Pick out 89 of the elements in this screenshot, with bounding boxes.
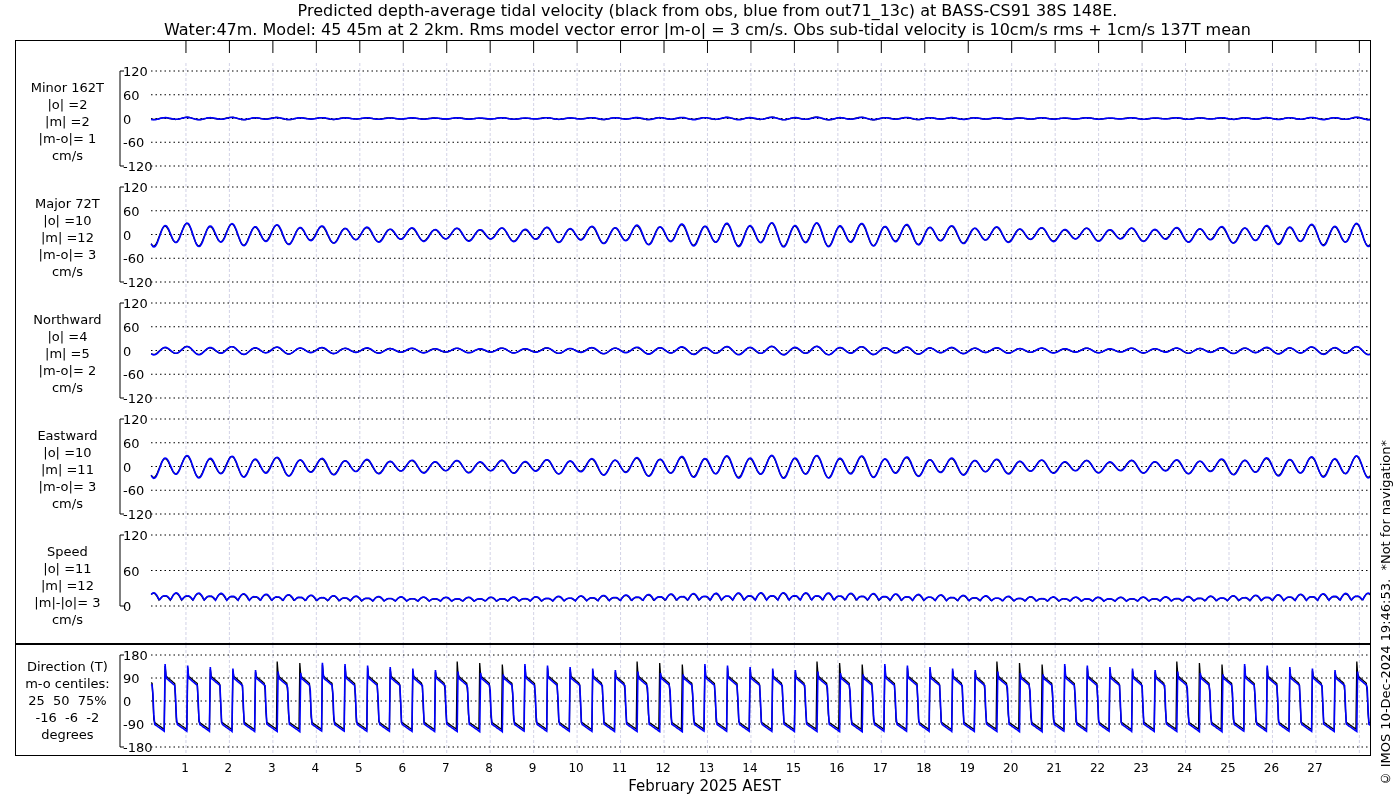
y-tick-label: 0: [122, 459, 132, 475]
y-tick-label: -120: [122, 275, 153, 290]
panel-label: |m-o|= 1: [38, 129, 97, 147]
y-tick-label: -60: [122, 135, 145, 151]
x-tick-label: 17: [872, 760, 888, 777]
x-tick-label: 26: [1263, 760, 1280, 777]
x-tick-label: 23: [1133, 760, 1149, 777]
panel-label: Minor 162T: [30, 78, 105, 96]
x-tick-label: 7: [441, 760, 450, 777]
y-tick-label: 60: [122, 203, 140, 219]
chart-title: Predicted depth-average tidal velocity (black from obs, blue from out71_13c) at BASS-CS91 38S 148E.: [297, 1, 1118, 20]
x-tick-label: 14: [742, 760, 758, 777]
x-tick-label: 12: [655, 760, 671, 777]
panel-label: -16 -6 -2: [35, 708, 100, 726]
panel-label: cm/s: [51, 494, 83, 512]
y-tick-label: -120: [122, 391, 153, 406]
chart-title: Water:47m. Model: 45 45m at 2 2km. Rms model vector error |m-o| = 3 cm/s. Obs sub-tidal velocity is 10cm/s rms + 1cm/s 137T mean: [164, 20, 1251, 39]
panel-label: |o| =10: [43, 211, 92, 229]
panel-label: |o| =2: [47, 95, 88, 113]
x-tick-label: 22: [1089, 760, 1106, 777]
y-tick-label: 120: [122, 296, 148, 311]
y-tick-label: 0: [122, 343, 132, 359]
y-tick-label: 60: [122, 87, 140, 103]
x-tick-label: 8: [485, 760, 493, 777]
panel-label: degrees: [41, 725, 94, 743]
x-tick-label: 18: [916, 760, 932, 777]
x-tick-label: 9: [528, 760, 537, 777]
x-tick-label: 15: [785, 760, 802, 777]
panel-label: |m-o|= 3: [38, 477, 97, 495]
x-axis-title: February 2025 AEST: [628, 778, 781, 794]
x-tick-label: 2: [224, 760, 233, 777]
x-tick-label: 20: [1003, 760, 1019, 777]
y-tick-label: 60: [122, 319, 140, 335]
x-tick-label: 10: [568, 760, 584, 777]
y-tick-label: 0: [122, 227, 132, 243]
panel-label: Direction (T): [26, 657, 108, 675]
x-tick-label: 1: [181, 760, 189, 777]
x-tick-label: 24: [1176, 760, 1193, 777]
y-tick-label: -60: [122, 251, 145, 267]
panel-label: cm/s: [51, 262, 83, 280]
x-tick-label: 6: [398, 760, 407, 777]
panel-label: |m| =12: [40, 576, 94, 594]
panel-label: |m| =12: [40, 228, 94, 246]
y-tick-label: -90: [122, 717, 145, 732]
panel-label: |m-o|= 2: [38, 361, 97, 379]
y-tick-label: 0: [122, 599, 132, 614]
y-tick-label: -60: [122, 367, 145, 383]
x-tick-label: 19: [959, 760, 975, 777]
panel-label: |m| =5: [45, 344, 90, 362]
panel-label: |o| =10: [43, 443, 92, 461]
panel-label: 25 50 75%: [28, 691, 107, 709]
y-tick-label: 120: [122, 180, 148, 195]
x-tick-label: 25: [1220, 760, 1236, 777]
y-tick-label: 60: [122, 563, 140, 579]
panel-label: |m-o|= 3: [38, 245, 97, 263]
panel-label: |m| =11: [40, 460, 94, 478]
y-tick-label: 180: [122, 648, 148, 663]
y-tick-label: 120: [122, 64, 148, 79]
y-tick-label: -60: [122, 483, 145, 499]
x-tick-label: 5: [355, 760, 363, 777]
y-tick-label: 120: [122, 528, 148, 543]
panel-label: |m|-|o|= 3: [34, 593, 101, 611]
y-tick-label: -120: [122, 159, 153, 174]
panel-label: m-o centiles:: [25, 674, 110, 692]
panel-label: cm/s: [51, 378, 83, 396]
x-tick-label: 27: [1307, 760, 1323, 777]
panel-label: cm/s: [51, 610, 83, 628]
x-tick-label: 4: [311, 760, 320, 777]
panel-label: Major 72T: [35, 194, 100, 212]
panel-label: cm/s: [51, 146, 83, 164]
y-tick-label: -180: [122, 740, 153, 755]
x-tick-label: 16: [829, 760, 845, 777]
x-tick-label: 3: [268, 760, 276, 777]
y-tick-label: 0: [122, 111, 132, 127]
panel-label: |o| =11: [43, 559, 92, 577]
panel-label: Northward: [33, 310, 102, 328]
copyright-notice: © IMOS 10-Dec-2024 19:46:53. *Not for navigation*: [1376, 439, 1394, 786]
y-tick-label: -120: [122, 507, 153, 522]
x-tick-label: 13: [698, 760, 715, 777]
y-tick-label: 60: [122, 435, 140, 451]
y-tick-label: 0: [122, 694, 132, 709]
panel-label: |m| =2: [45, 112, 90, 130]
panel-label: Eastward: [37, 426, 98, 444]
x-tick-label: 11: [611, 760, 628, 777]
panel-label: |o| =4: [47, 327, 88, 345]
panel-label: Speed: [47, 542, 88, 560]
y-tick-label: 90: [122, 671, 140, 686]
x-tick-label: 21: [1046, 760, 1062, 777]
y-tick-label: 120: [122, 412, 148, 427]
